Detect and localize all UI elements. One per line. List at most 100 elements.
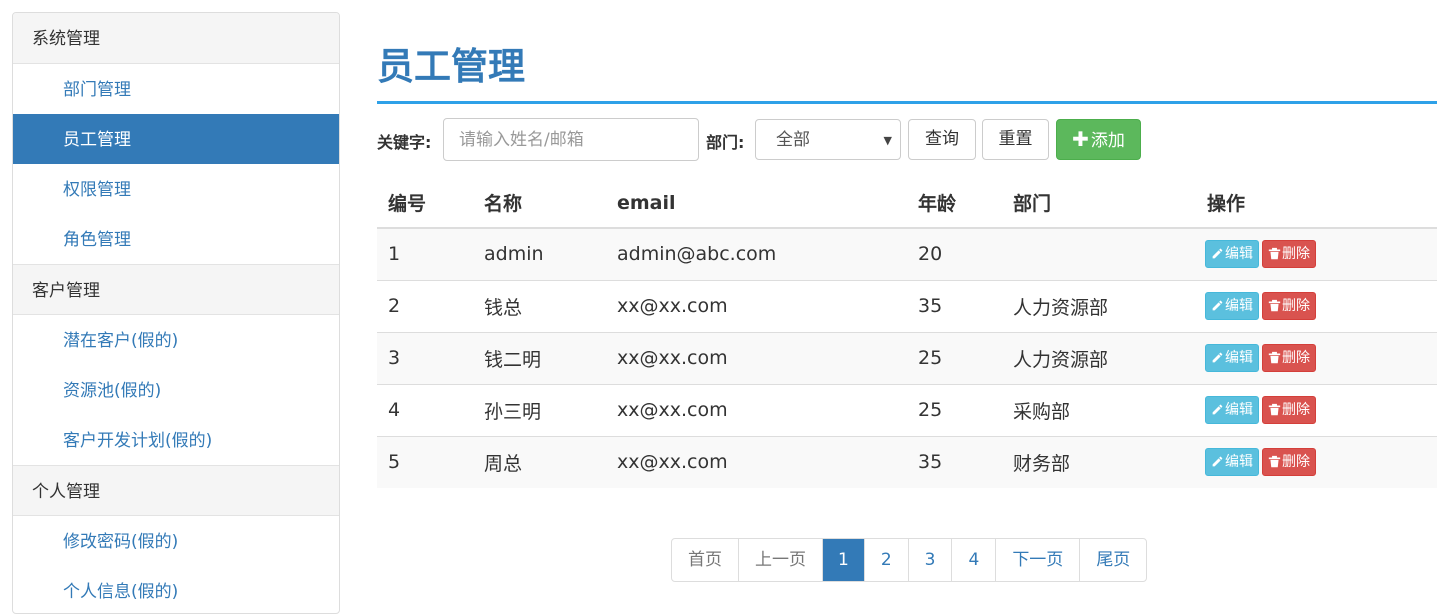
sidebar-item-roles[interactable]: 角色管理 <box>13 214 339 264</box>
cell-id: 4 <box>377 383 473 436</box>
page-first[interactable]: 首页 <box>672 539 739 581</box>
edit-button[interactable]: 编辑 <box>1205 240 1259 269</box>
query-button[interactable]: 查询 <box>908 119 976 160</box>
cell-email: xx@xx.com <box>606 331 907 384</box>
delete-label: 删除 <box>1282 350 1310 366</box>
sidebar-item-permissions[interactable]: 权限管理 <box>13 164 339 214</box>
dept-select[interactable]: 全部 ▼ <box>755 119 901 160</box>
pencil-icon <box>1212 248 1223 259</box>
col-email-header: email <box>606 178 907 229</box>
sidebar-item-change-password[interactable]: 修改密码(假的) <box>13 516 339 566</box>
trash-icon <box>1268 403 1281 416</box>
cell-actions: 编辑 删除 <box>1196 331 1437 384</box>
sidebar-item-dev-plan[interactable]: 客户开发计划(假的) <box>13 415 339 465</box>
dept-label: 部门: <box>706 133 745 152</box>
cell-name: admin <box>473 227 606 280</box>
reset-button[interactable]: 重置 <box>982 119 1049 160</box>
cell-dept <box>1002 227 1196 280</box>
delete-button[interactable]: 删除 <box>1262 396 1316 424</box>
plus-icon: ✚ <box>1072 127 1089 151</box>
title-divider <box>377 101 1437 104</box>
cell-email: xx@xx.com <box>606 279 907 332</box>
page-4[interactable]: 4 <box>952 539 997 581</box>
col-actions-header: 操作 <box>1196 178 1437 229</box>
edit-label: 编辑 <box>1225 350 1253 366</box>
table-row: 1 admin admin@abc.com 20 编辑 删除 <box>377 227 1437 280</box>
sidebar-item-departments[interactable]: 部门管理 <box>13 64 339 114</box>
cell-age: 35 <box>907 279 1002 332</box>
cell-email: xx@xx.com <box>606 383 907 436</box>
dept-select-value: 全部 <box>776 130 810 150</box>
sidebar-item-personal-info[interactable]: 个人信息(假的) <box>13 566 339 613</box>
cell-actions: 编辑 删除 <box>1196 383 1437 436</box>
page-next[interactable]: 下一页 <box>996 539 1081 581</box>
cell-id: 5 <box>377 435 473 488</box>
cell-actions: 编辑 删除 <box>1196 435 1437 488</box>
sidebar-item-employees[interactable]: 员工管理 <box>13 114 339 164</box>
cell-name: 钱总 <box>473 279 606 332</box>
table-row: 5 周总 xx@xx.com 35 财务部 编辑 删除 <box>377 435 1437 488</box>
pencil-icon <box>1212 300 1223 311</box>
page-3[interactable]: 3 <box>909 539 953 581</box>
delete-button[interactable]: 删除 <box>1262 240 1316 269</box>
edit-button[interactable]: 编辑 <box>1205 396 1259 424</box>
cell-id: 1 <box>377 227 473 280</box>
keyword-input[interactable] <box>443 118 699 161</box>
add-button[interactable]: ✚ 添加 <box>1056 119 1141 160</box>
edit-label: 编辑 <box>1225 246 1253 263</box>
cell-age: 25 <box>907 383 1002 436</box>
cell-dept: 人力资源部 <box>1002 279 1196 332</box>
keyword-label: 关键字: <box>377 133 432 152</box>
col-id-header: 编号 <box>377 178 473 229</box>
cell-actions: 编辑 删除 <box>1196 227 1437 280</box>
cell-dept: 财务部 <box>1002 435 1196 488</box>
cell-dept: 采购部 <box>1002 383 1196 436</box>
trash-icon <box>1268 299 1281 312</box>
edit-button[interactable]: 编辑 <box>1205 344 1259 372</box>
delete-label: 删除 <box>1282 402 1310 418</box>
delete-label: 删除 <box>1282 454 1310 471</box>
delete-label: 删除 <box>1282 298 1310 314</box>
cell-email: admin@abc.com <box>606 227 907 280</box>
page-1[interactable]: 1 <box>823 539 865 581</box>
page-prev[interactable]: 上一页 <box>739 539 823 581</box>
trash-icon <box>1268 456 1281 468</box>
delete-button[interactable]: 删除 <box>1262 292 1316 320</box>
edit-button[interactable]: 编辑 <box>1205 292 1259 320</box>
pagination: 首页 上一页 1 2 3 4 下一页 尾页 <box>671 538 1148 582</box>
delete-button[interactable]: 删除 <box>1262 448 1316 477</box>
sidebar: 系统管理 部门管理 员工管理 权限管理 角色管理 客户管理 潜在客户(假的) 资… <box>12 12 340 614</box>
search-bar: 关键字: 部门: 全部 ▼ 查询 重置 ✚添加 <box>377 118 1437 161</box>
cell-email: xx@xx.com <box>606 435 907 488</box>
cell-age: 20 <box>907 227 1002 280</box>
caret-down-icon: ▼ <box>883 134 892 147</box>
table-header-row: 编号 名称 email 年龄 部门 操作 <box>377 178 1437 229</box>
cell-age: 35 <box>907 435 1002 488</box>
page-title: 员工管理 <box>377 45 525 88</box>
page-last[interactable]: 尾页 <box>1080 539 1146 581</box>
edit-label: 编辑 <box>1225 402 1253 418</box>
sidebar-group-customers[interactable]: 客户管理 <box>13 264 339 315</box>
trash-icon <box>1268 248 1281 260</box>
delete-button[interactable]: 删除 <box>1262 344 1316 372</box>
pencil-icon <box>1212 456 1223 467</box>
delete-label: 删除 <box>1282 246 1310 263</box>
sidebar-item-potential-customers[interactable]: 潜在客户(假的) <box>13 315 339 365</box>
page-2[interactable]: 2 <box>865 539 909 581</box>
edit-label: 编辑 <box>1225 298 1253 314</box>
table-row: 4 孙三明 xx@xx.com 25 采购部 编辑 删除 <box>377 383 1437 436</box>
cell-name: 周总 <box>473 435 606 488</box>
col-name-header: 名称 <box>473 178 606 229</box>
table-row: 2 钱总 xx@xx.com 35 人力资源部 编辑 删除 <box>377 279 1437 332</box>
edit-button[interactable]: 编辑 <box>1205 448 1259 477</box>
cell-name: 钱二明 <box>473 331 606 384</box>
sidebar-item-resource-pool[interactable]: 资源池(假的) <box>13 365 339 415</box>
cell-name: 孙三明 <box>473 383 606 436</box>
cell-age: 25 <box>907 331 1002 384</box>
sidebar-group-personal[interactable]: 个人管理 <box>13 465 339 516</box>
cell-actions: 编辑 删除 <box>1196 279 1437 332</box>
cell-id: 3 <box>377 331 473 384</box>
cell-id: 2 <box>377 279 473 332</box>
sidebar-group-system[interactable]: 系统管理 <box>13 13 339 64</box>
table-row: 3 钱二明 xx@xx.com 25 人力资源部 编辑 删除 <box>377 331 1437 384</box>
